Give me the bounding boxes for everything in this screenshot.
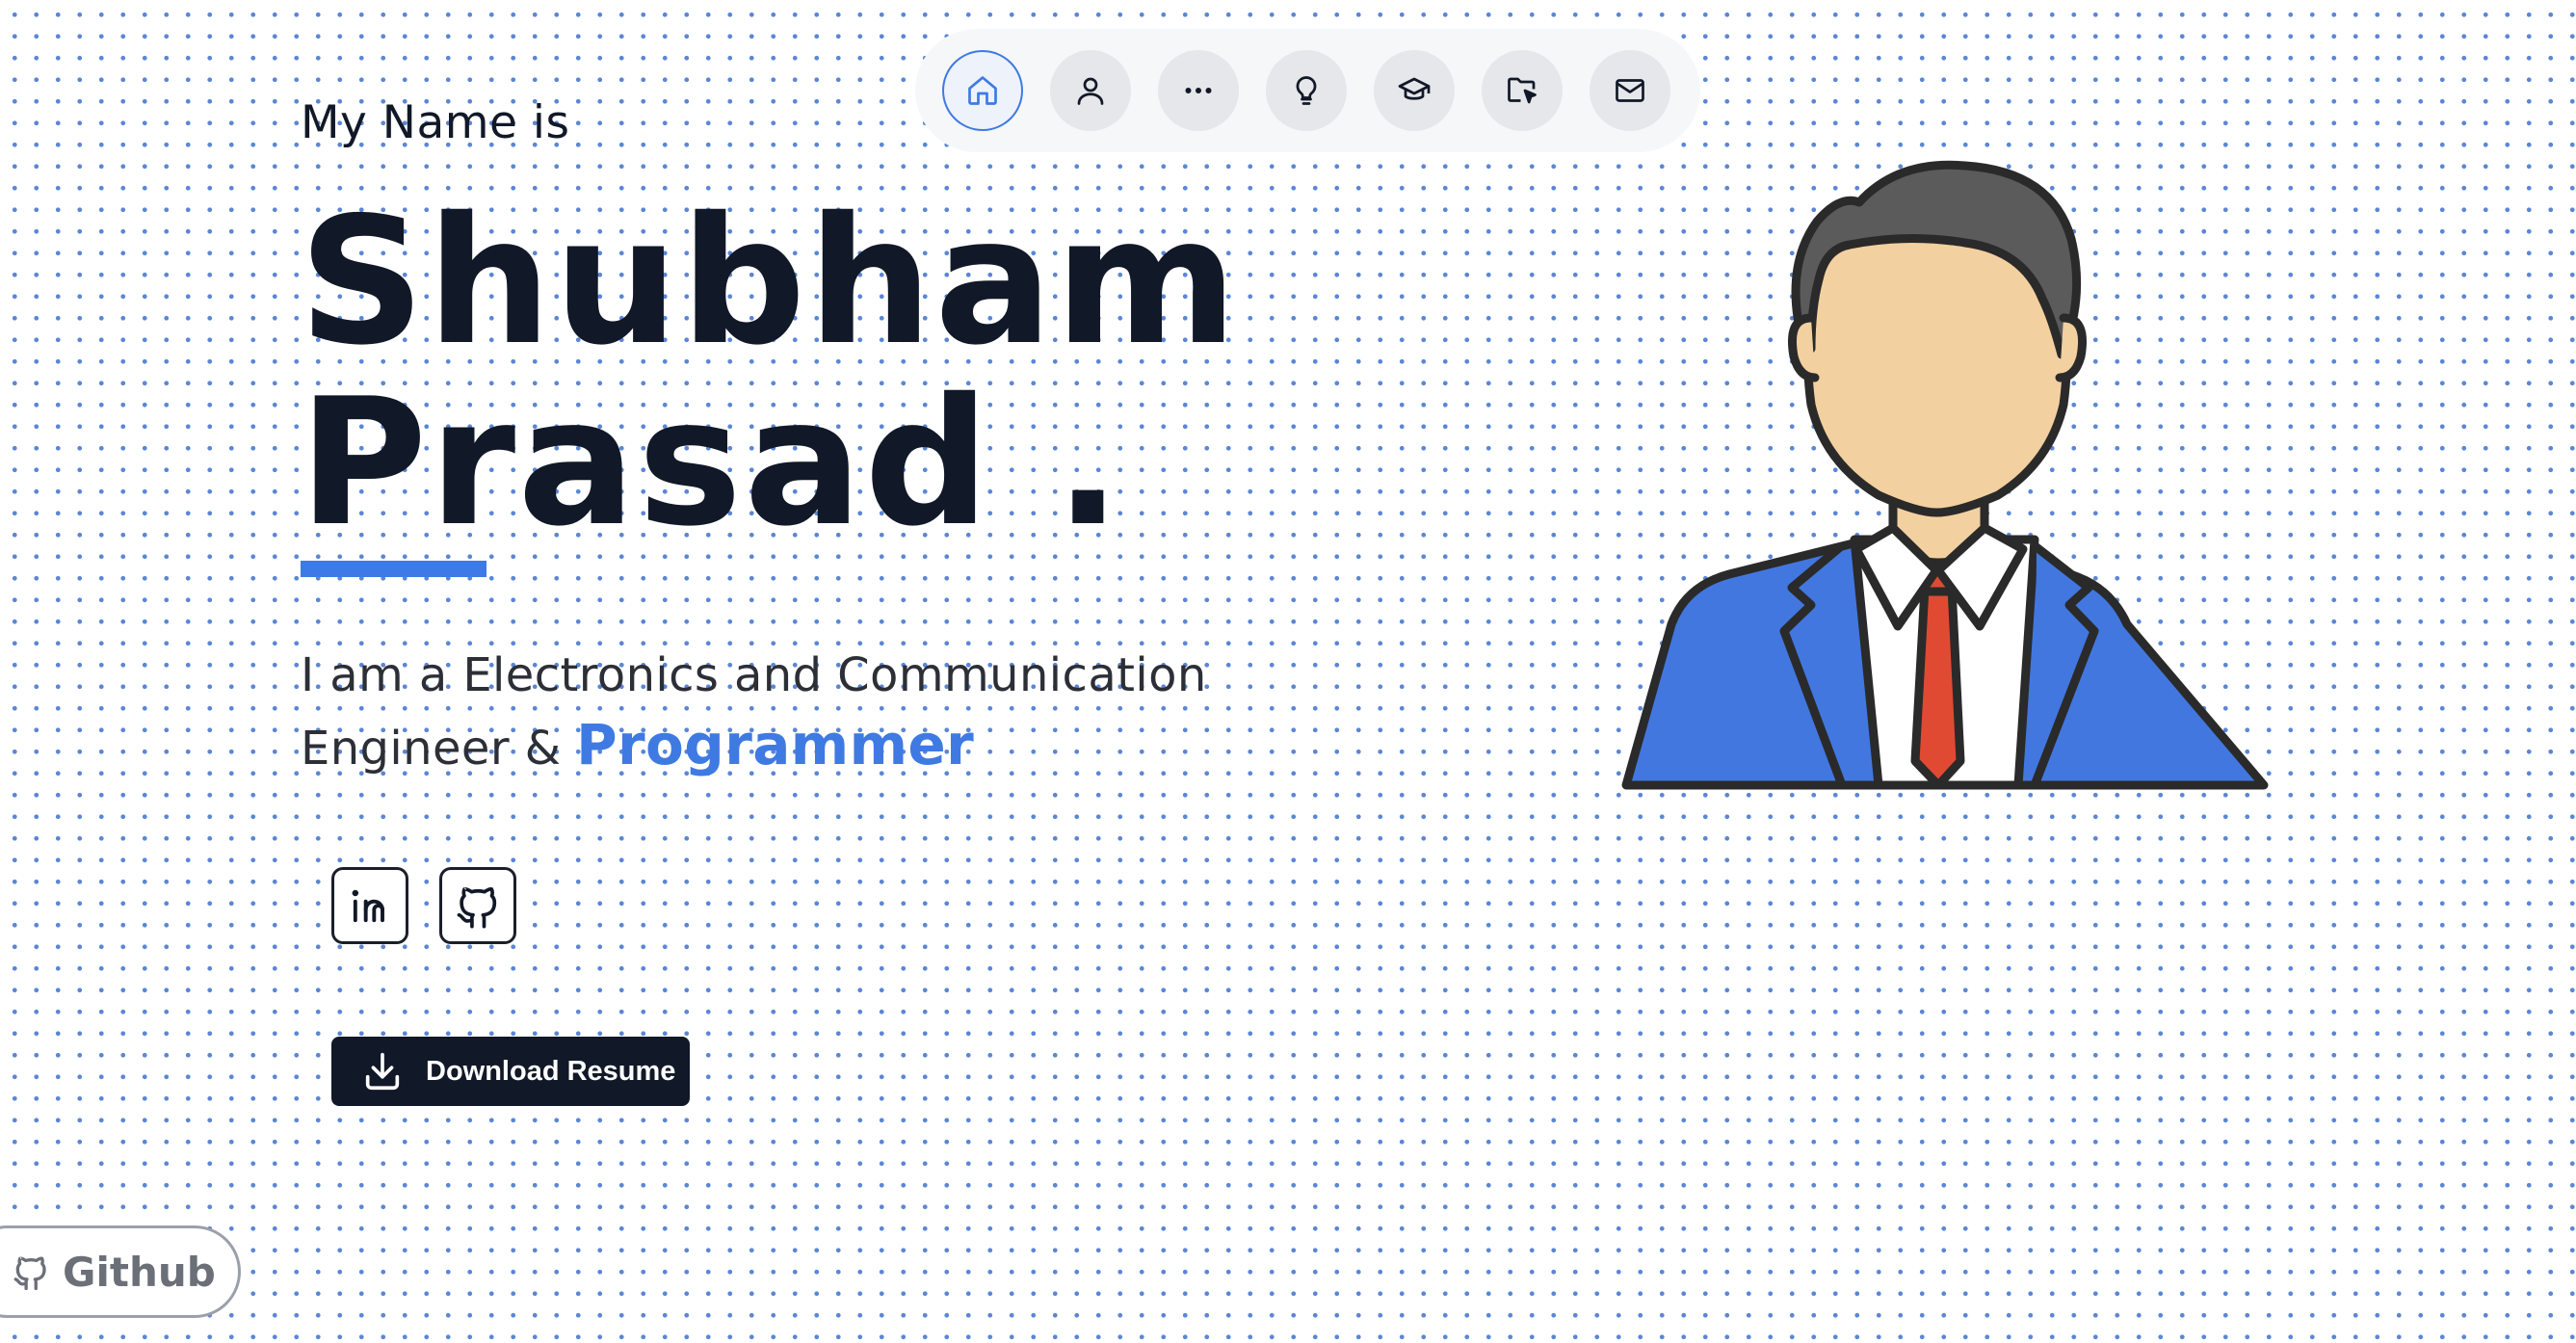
- github-icon: [457, 886, 497, 929]
- nav-skills-button[interactable]: [1266, 50, 1347, 131]
- name-underline: [301, 561, 486, 577]
- nav-more-button[interactable]: [1158, 50, 1239, 131]
- last-name: Prasad .: [299, 360, 1123, 565]
- github-link[interactable]: [439, 867, 516, 944]
- graduation-cap-icon: [1398, 77, 1431, 100]
- download-resume-label: Download Resume: [426, 1055, 676, 1087]
- download-resume-button[interactable]: Download Resume: [331, 1037, 690, 1106]
- mail-icon: [1616, 79, 1644, 102]
- lightbulb-icon: [1296, 76, 1317, 105]
- github-float-label: Github: [63, 1248, 216, 1296]
- tagline: I am a Electronics and Communication Eng…: [301, 641, 1245, 783]
- nav-projects-button[interactable]: [1482, 50, 1563, 131]
- avatar-illustration: [1621, 160, 2269, 790]
- ellipsis-icon: [1185, 88, 1212, 93]
- github-float-button[interactable]: Github: [0, 1225, 241, 1318]
- folder-cursor-icon: [1508, 77, 1537, 104]
- nav-education-button[interactable]: [1374, 50, 1455, 131]
- hero-name: Shubham Prasad .: [299, 191, 1240, 553]
- top-nav: [915, 29, 1700, 152]
- first-name: Shubham: [299, 179, 1240, 383]
- tagline-highlight: Programmer: [576, 712, 975, 777]
- intro-text: My Name is: [301, 96, 570, 149]
- home-icon: [968, 76, 997, 105]
- nav-home-button[interactable]: [942, 50, 1023, 131]
- linkedin-link[interactable]: [331, 867, 408, 944]
- linkedin-icon: [352, 889, 384, 923]
- user-icon: [1077, 77, 1104, 105]
- tagline-line-2: Engineer & Programmer: [301, 710, 1245, 783]
- tagline-prefix: Engineer &: [301, 722, 577, 776]
- nav-contact-button[interactable]: [1590, 50, 1670, 131]
- github-icon: [13, 1256, 46, 1291]
- download-icon: [365, 1052, 400, 1091]
- tagline-line-1: I am a Electronics and Communication: [301, 648, 1207, 702]
- nav-about-button[interactable]: [1050, 50, 1131, 131]
